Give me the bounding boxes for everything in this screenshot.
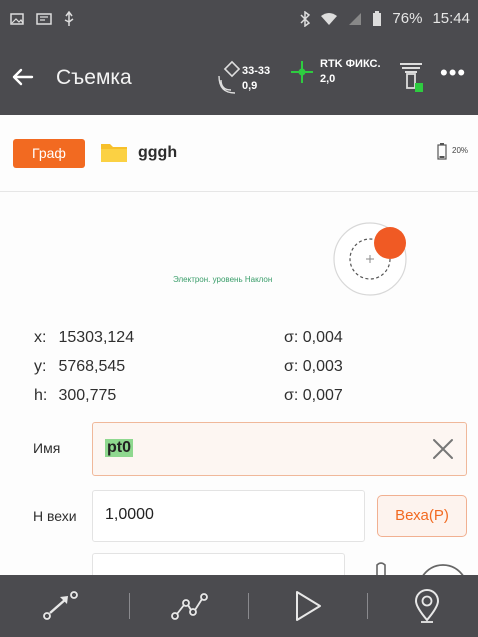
name-label: Имя <box>33 440 61 456</box>
device-battery-icon <box>437 143 447 160</box>
satellite-pdop: 0,9 <box>242 80 258 92</box>
wifi-icon <box>321 12 338 25</box>
coordinate-y-label: y: <box>34 358 47 375</box>
coordinate-h-value: 300,775 <box>58 387 117 404</box>
clear-icon[interactable] <box>428 434 458 464</box>
bluetooth-icon <box>300 10 311 27</box>
clock: 15:44 <box>432 10 470 27</box>
stakeout-arrow-icon <box>42 591 78 620</box>
sigma-h: σ: 0,007 <box>284 387 343 404</box>
coordinate-x-value: 15303,124 <box>58 329 135 346</box>
play-icon <box>295 591 321 621</box>
satellite-status[interactable]: 33-33 0,9 <box>218 56 288 100</box>
rtk-fix-icon <box>291 61 313 83</box>
pole-height-value[interactable]: 1,0000 <box>105 506 154 524</box>
pole-height-input[interactable]: 1,0000 <box>92 490 365 542</box>
coordinate-x-label: x: <box>34 329 47 346</box>
receiver-icon[interactable] <box>396 58 426 94</box>
tilt-bubble-icon[interactable] <box>332 217 412 297</box>
rtk-status[interactable]: RTK ФИКС. 2,0 <box>320 57 381 87</box>
pole-height-label: Н вехи <box>33 508 77 524</box>
sigma-y: σ: 0,003 <box>284 358 343 375</box>
image-icon <box>10 13 24 25</box>
more-options-button[interactable]: ••• <box>440 62 466 84</box>
battery-percentage: 76% <box>392 10 423 27</box>
graph-button[interactable]: Граф <box>13 139 85 168</box>
pole-button[interactable]: Веха(P) <box>377 495 467 537</box>
signal-icon <box>349 12 362 25</box>
device-battery-percentage: 20% <box>452 146 469 155</box>
coordinate-y-value: 5768,545 <box>58 358 126 375</box>
coordinate-y: y: 5768,545 <box>34 358 125 376</box>
location-pin-icon <box>414 589 439 623</box>
point-name-input[interactable]: pt0 <box>92 422 467 476</box>
usb-icon <box>64 11 74 26</box>
folder-icon[interactable] <box>100 140 128 164</box>
coordinate-x: x: 15303,124 <box>34 329 134 347</box>
store-point-button[interactable] <box>367 575 478 637</box>
divider <box>0 191 478 192</box>
bottom-toolbar <box>0 575 478 637</box>
survey-panel: Граф gggh 20% Электрон. уровень Наклон x… <box>0 115 478 578</box>
play-button[interactable] <box>248 575 367 637</box>
satellite-count: 33-33 <box>242 65 271 77</box>
point-name-value[interactable]: pt0 <box>105 439 133 457</box>
satellite-icon <box>218 60 241 94</box>
rtk-precision: 2,0 <box>320 73 336 85</box>
project-name[interactable]: gggh <box>138 144 177 162</box>
coordinate-h: h: 300,775 <box>34 387 116 405</box>
stakeout-point-button[interactable] <box>0 575 119 637</box>
sigma-x: σ: 0,004 <box>284 329 343 346</box>
app-bar: Съемка 33-33 0,9 RTK ФИКС. 2,0 ••• <box>0 40 478 115</box>
status-bar: 76% 15:44 <box>0 0 478 40</box>
coordinate-h-label: h: <box>34 387 48 404</box>
sim-icon <box>36 13 52 25</box>
battery-icon <box>373 10 382 26</box>
electronic-level-label: Электрон. уровень Наклон <box>173 275 273 284</box>
line-survey-button[interactable] <box>129 575 248 637</box>
back-arrow-icon[interactable] <box>8 62 38 92</box>
page-title: Съемка <box>56 66 132 89</box>
rtk-fix-label: RTK ФИКС. <box>320 58 381 70</box>
polyline-icon <box>170 593 208 620</box>
code-input[interactable] <box>92 553 345 575</box>
